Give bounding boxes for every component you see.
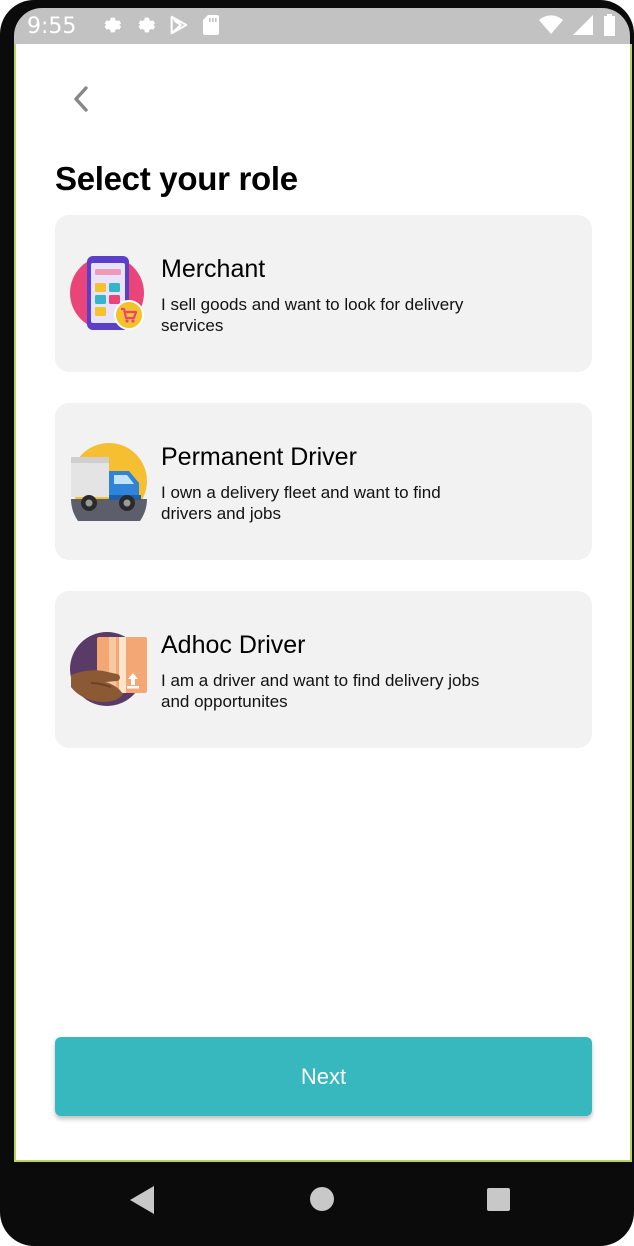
delivery-truck-icon	[69, 441, 149, 537]
device-frame: 9:55 Select your role Merchant I sell go…	[0, 0, 634, 1246]
settings-icon	[100, 14, 122, 36]
recents-nav-icon[interactable]	[486, 1187, 511, 1217]
role-description: I am a driver and want to find delivery …	[161, 671, 480, 711]
role-card-permanent-driver[interactable]: Permanent Driver I own a delivery fleet …	[55, 403, 592, 560]
signal-icon	[573, 15, 593, 35]
home-nav-icon[interactable]	[309, 1186, 335, 1217]
role-description: I own a delivery fleet and want to find …	[161, 483, 441, 523]
role-description: I sell goods and want to look for delive…	[161, 295, 464, 335]
role-card-adhoc-driver[interactable]: Adhoc Driver I am a driver and want to f…	[55, 591, 592, 748]
play-store-icon	[168, 14, 190, 36]
back-nav-icon[interactable]	[128, 1184, 158, 1221]
back-button[interactable]	[66, 84, 96, 118]
role-selection-screen: Select your role Merchant I sell goods a…	[14, 44, 632, 1162]
battery-icon	[603, 14, 616, 36]
status-icons-left	[100, 14, 220, 36]
role-card-merchant[interactable]: Merchant I sell goods and want to look f…	[55, 215, 592, 372]
settings-icon	[134, 14, 156, 36]
merchant-phone-cart-icon	[69, 253, 149, 333]
status-bar: 9:55	[14, 8, 630, 44]
role-title: Merchant	[161, 255, 266, 283]
sd-card-icon	[202, 14, 220, 36]
role-title: Adhoc Driver	[161, 631, 306, 659]
status-icons-right	[539, 14, 616, 36]
hand-package-icon	[69, 629, 149, 709]
role-title: Permanent Driver	[161, 443, 357, 471]
next-button[interactable]: Next	[55, 1037, 592, 1116]
chevron-left-icon	[72, 85, 90, 118]
status-time: 9:55	[27, 14, 77, 39]
page-title: Select your role	[55, 160, 298, 197]
system-nav-bar	[0, 1162, 634, 1246]
wifi-icon	[539, 15, 563, 35]
